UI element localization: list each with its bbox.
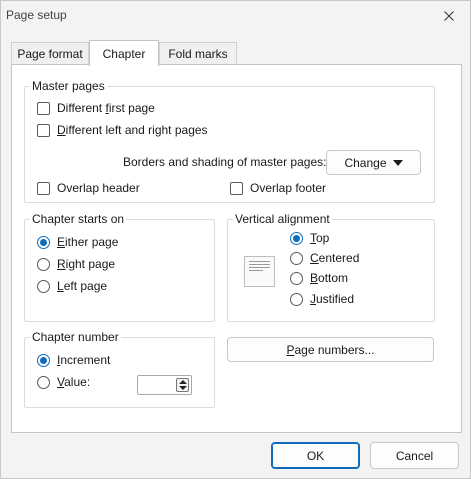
align-bottom-radio[interactable]: Bottom (290, 271, 348, 285)
radio-button[interactable] (37, 257, 50, 271)
radio-button[interactable] (37, 375, 50, 389)
vertical-alignment-legend: Vertical alignment (233, 212, 332, 226)
different-first-page-checkbox[interactable]: Different first page (37, 101, 155, 115)
right-page-radio[interactable]: Right page (37, 257, 115, 271)
overlap-footer-checkbox[interactable]: Overlap footer (230, 181, 326, 195)
either-page-radio[interactable]: Either page (37, 235, 118, 249)
value-radio[interactable]: Value: (37, 375, 90, 389)
cancel-button[interactable]: Cancel (370, 442, 459, 469)
chapter-starts-on-group: Chapter starts on Either page Right page… (24, 212, 215, 322)
change-button[interactable]: Change (326, 150, 421, 175)
close-button[interactable] (436, 4, 462, 28)
borders-shading-label: Borders and shading of master pages: (123, 155, 327, 169)
dropdown-arrow-icon (392, 159, 403, 166)
window-title: Page setup (6, 8, 67, 22)
align-top-radio[interactable]: Top (290, 231, 329, 245)
checkbox-box[interactable] (37, 101, 50, 115)
master-pages-legend: Master pages (30, 79, 107, 93)
tab-page-format[interactable]: Page format (11, 42, 89, 64)
checkbox-box[interactable] (37, 181, 50, 195)
master-pages-group: Master pages Different first page Differ… (24, 79, 435, 203)
checkbox-box[interactable] (230, 181, 243, 195)
radio-button[interactable] (290, 292, 303, 306)
left-page-radio[interactable]: Left page (37, 279, 107, 293)
radio-button[interactable] (37, 353, 50, 367)
tab-fold-marks[interactable]: Fold marks (159, 42, 237, 64)
spin-down-icon[interactable] (179, 386, 187, 390)
close-icon (444, 11, 454, 21)
vertical-alignment-group: Vertical alignment Top Centered Bottom J… (227, 212, 435, 322)
overlap-header-checkbox[interactable]: Overlap header (37, 181, 140, 195)
chapter-number-value-input[interactable] (137, 375, 192, 395)
page-preview-icon (244, 256, 275, 287)
align-centered-radio[interactable]: Centered (290, 251, 359, 265)
spinner-arrows[interactable] (176, 378, 189, 392)
chapter-starts-on-legend: Chapter starts on (30, 212, 127, 226)
radio-button[interactable] (37, 235, 50, 249)
radio-button[interactable] (290, 231, 303, 245)
checkbox-box[interactable] (37, 123, 50, 137)
different-left-right-checkbox[interactable]: Different left and right pages (37, 123, 208, 137)
radio-button[interactable] (37, 279, 50, 293)
radio-button[interactable] (290, 271, 303, 285)
chapter-number-group: Chapter number Increment Value: (24, 330, 215, 408)
title-bar: Page setup (1, 1, 470, 31)
tab-chapter[interactable]: Chapter (89, 40, 159, 66)
increment-radio[interactable]: Increment (37, 353, 110, 367)
page-setup-dialog: Page setup Page format Chapter Fold mark… (0, 0, 471, 479)
radio-button[interactable] (290, 251, 303, 265)
page-numbers-button[interactable]: Page numbers... (227, 337, 434, 362)
spin-up-icon[interactable] (179, 380, 187, 384)
ok-button[interactable]: OK (271, 442, 360, 469)
chapter-number-legend: Chapter number (30, 330, 121, 344)
chapter-panel: Master pages Different first page Differ… (11, 64, 462, 433)
align-justified-radio[interactable]: Justified (290, 292, 354, 306)
